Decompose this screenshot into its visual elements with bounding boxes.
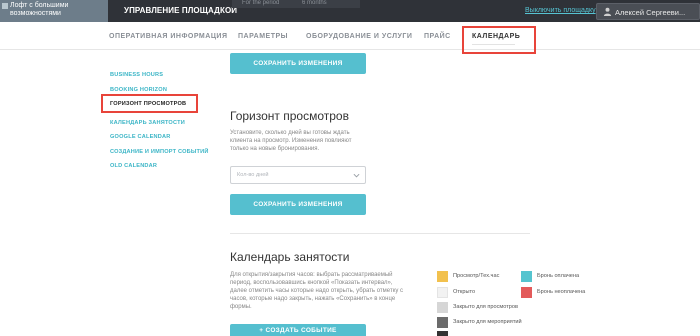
sidebar-item-old-calendar[interactable]: OLD CALENDAR bbox=[110, 163, 157, 169]
viewing-horizon-description: Установите, сколько дней вы готовы ждать… bbox=[230, 130, 352, 152]
legend-label-closed-viewing: Закрыто для просмотров bbox=[453, 304, 518, 310]
save-horizon-button[interactable]: СОХРАНИТЬ ИЗМЕНЕНИЯ bbox=[230, 194, 366, 215]
tab-parameters[interactable]: ПАРАМЕТРЫ bbox=[238, 33, 288, 40]
sidebar-item-occupancy-calendar[interactable]: КАЛЕНДАРЬ ЗАНЯТОСТИ bbox=[110, 120, 185, 126]
sidebar-item-google-calendar[interactable]: GOOGLE CALENDAR bbox=[110, 134, 171, 140]
period-value: 6 months bbox=[302, 0, 327, 6]
sidebar-item-create-import-events[interactable]: СОЗДАНИЕ И ИМПОРТ СОБЫТИЙ bbox=[110, 149, 209, 155]
legend-swatch-closed-events bbox=[437, 317, 448, 328]
period-label: For the period bbox=[242, 0, 280, 6]
legend-label-paid: Бронь оплачена bbox=[537, 273, 580, 279]
legend-swatch-closed-viewing bbox=[437, 302, 448, 313]
sidebar-item-business-hours[interactable]: BUSINESS HOURS bbox=[110, 72, 163, 78]
venue-name: Лофт с большими возможностями bbox=[10, 2, 69, 17]
legend-label-viewing: Просмотр/Тех.час bbox=[453, 273, 500, 279]
viewing-horizon-title: Горизонт просмотров bbox=[230, 109, 349, 123]
legend-swatch-open bbox=[437, 287, 448, 298]
tab-price[interactable]: ПРАЙС bbox=[424, 33, 451, 40]
create-event-button[interactable]: + СОЗДАТЬ СОБЫТИЕ bbox=[230, 324, 366, 336]
user-menu-button[interactable]: Алексей Сергееви... bbox=[596, 3, 700, 20]
main-tabs: ОПЕРАТИВНАЯ ИНФОРМАЦИЯ ПАРАМЕТРЫ ОБОРУДО… bbox=[0, 22, 700, 50]
period-selector[interactable]: For the period 6 months bbox=[232, 0, 360, 8]
legend-swatch-unpaid bbox=[521, 287, 532, 298]
user-icon bbox=[603, 7, 612, 16]
legend-swatch-paid bbox=[521, 271, 532, 282]
venue-selector[interactable]: Лофт с большими возможностями bbox=[0, 0, 108, 22]
tab-equipment-services[interactable]: ОБОРУДОВАНИЕ И УСЛУГИ bbox=[306, 33, 412, 40]
days-count-placeholder: Кол-во дней bbox=[237, 172, 269, 178]
occupancy-calendar-description: Для открытия/закрытия часов: выбрать рас… bbox=[230, 272, 404, 310]
tab-operational-info[interactable]: ОПЕРАТИВНАЯ ИНФОРМАЦИЯ bbox=[109, 33, 228, 40]
legend-label-open: Открыто bbox=[453, 289, 476, 295]
legend-swatch-partial bbox=[437, 331, 448, 336]
days-count-select[interactable]: Кол-во дней bbox=[230, 166, 366, 184]
highlight-box-calendar-tab bbox=[462, 26, 536, 54]
chevron-down-icon bbox=[353, 173, 360, 178]
legend-label-unpaid: Бронь неоплачена bbox=[537, 289, 586, 295]
page-title: УПРАВЛЕНИЕ ПЛОЩАДКОЙ bbox=[124, 6, 238, 15]
legend-swatch-viewing bbox=[437, 271, 448, 282]
legend-label-closed-events: Закрыто для мероприятий bbox=[453, 319, 522, 325]
highlight-box-viewing-horizon bbox=[101, 94, 198, 113]
section-divider bbox=[230, 233, 530, 234]
save-changes-button[interactable]: СОХРАНИТЬ ИЗМЕНЕНИЯ bbox=[230, 53, 366, 74]
top-bar: Лофт с большими возможностями УПРАВЛЕНИЕ… bbox=[0, 0, 700, 22]
occupancy-calendar-title: Календарь занятости bbox=[230, 250, 350, 264]
user-name: Алексей Сергееви... bbox=[615, 8, 686, 17]
disable-venue-link[interactable]: Выключить площадку bbox=[525, 7, 596, 14]
venue-image-icon bbox=[2, 3, 8, 9]
sidebar-item-booking-horizon[interactable]: BOOKING HORIZON bbox=[110, 87, 167, 93]
